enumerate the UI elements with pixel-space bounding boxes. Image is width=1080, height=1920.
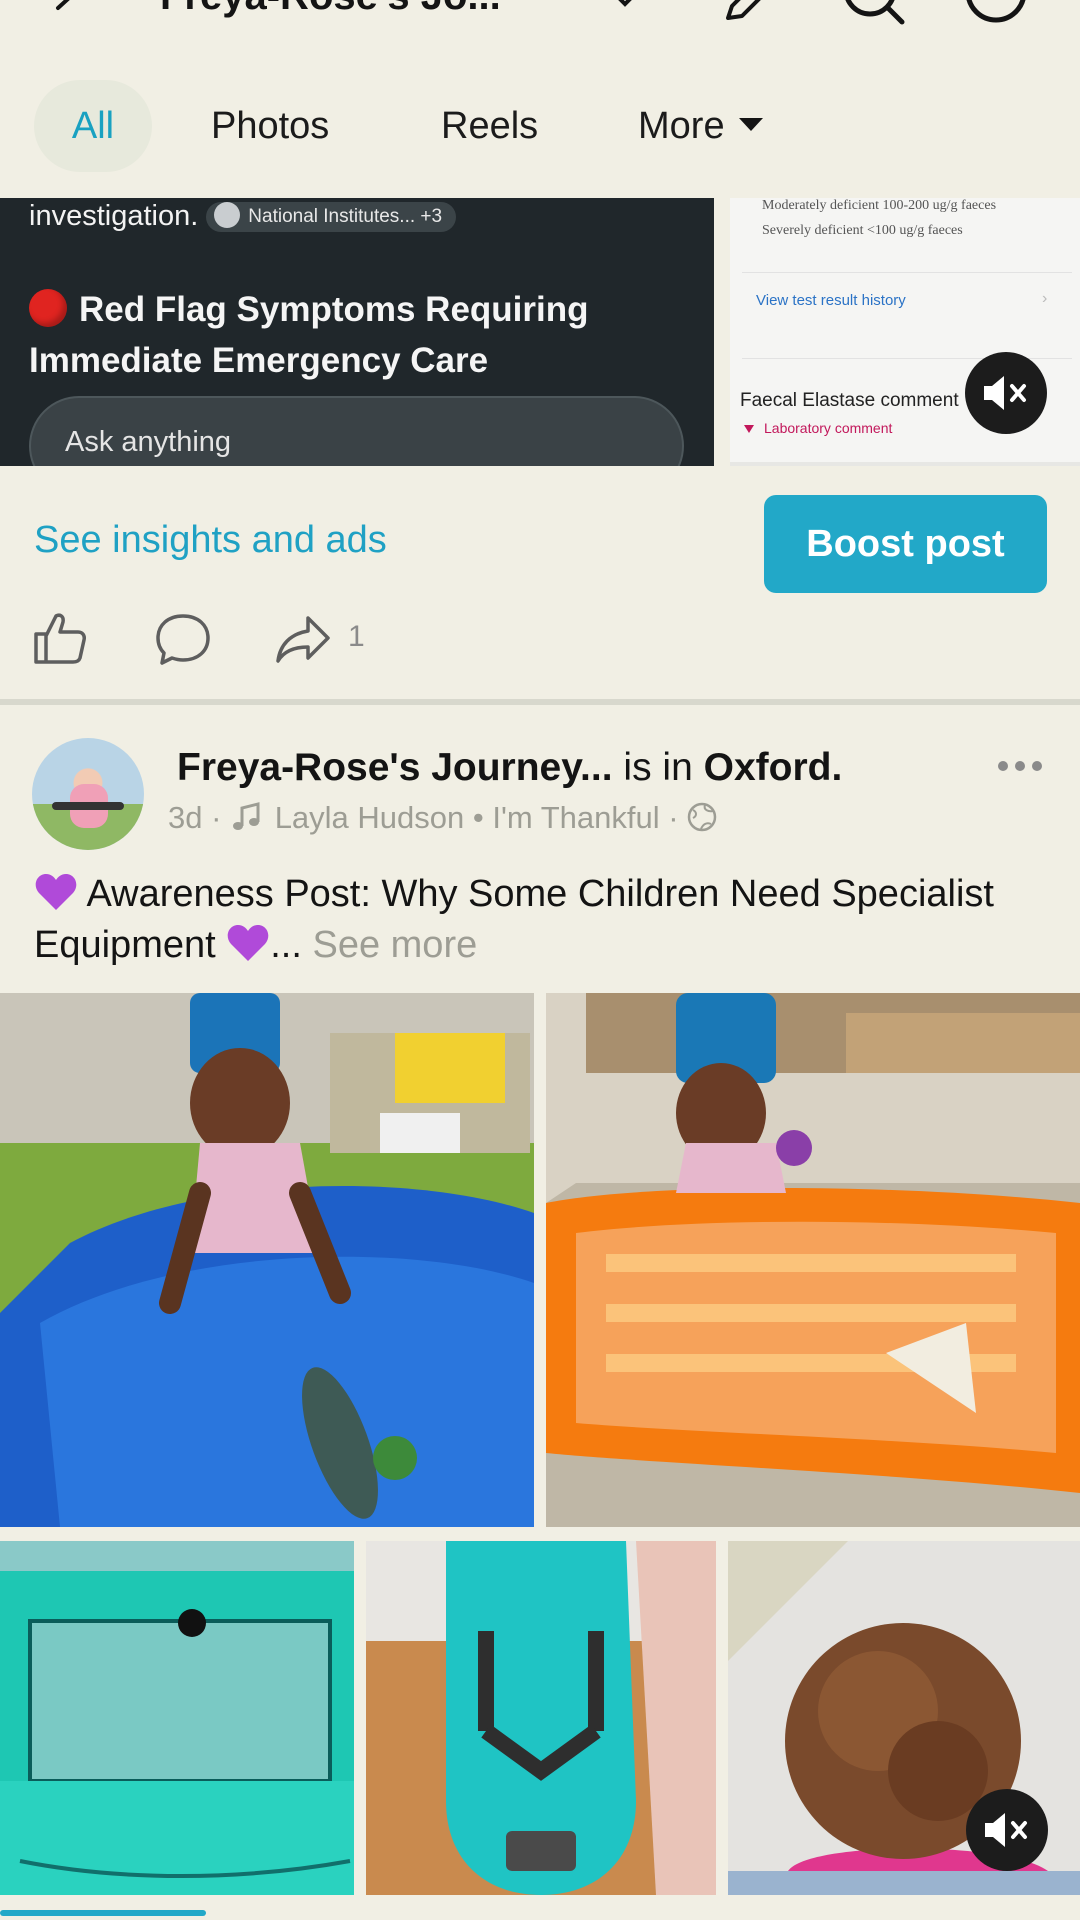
- scroll-progress-indicator: [0, 1910, 206, 1916]
- share-icon[interactable]: [274, 614, 332, 664]
- ask-anything-box: Ask anything: [29, 396, 684, 466]
- comment-icon[interactable]: [154, 612, 212, 666]
- ai-text: investigation.: [29, 200, 199, 232]
- divider: [742, 272, 1072, 273]
- lab-history-link: View test result history: [756, 292, 906, 309]
- photo-child-orange-tray: [546, 993, 1080, 1527]
- post-photo-2[interactable]: [546, 993, 1080, 1527]
- ai-headline-text: Red Flag Symptoms Requiring Immediate Em…: [29, 290, 589, 380]
- separator: ·: [668, 800, 679, 835]
- ai-text-line: investigation. National Institutes... +3: [29, 200, 457, 235]
- share-count: 1: [348, 620, 365, 653]
- see-insights-link[interactable]: See insights and ads: [34, 519, 387, 562]
- tab-reels[interactable]: Reels: [441, 80, 538, 172]
- chevron-right-icon: ›: [1042, 290, 1048, 307]
- post-photo-4[interactable]: [366, 1541, 716, 1895]
- post-location[interactable]: Oxford.: [704, 746, 843, 789]
- post-time[interactable]: 3d: [168, 800, 202, 835]
- post-author[interactable]: Freya-Rose's Journey...: [177, 746, 613, 789]
- post-meta: 3d · Layla Hudson • I'm Thankful ·: [168, 800, 717, 836]
- red-circle-icon: [29, 288, 67, 327]
- edit-icon[interactable]: [722, 0, 766, 24]
- lab-line-1: Moderately deficient 100-200 ug/g faeces: [762, 198, 997, 213]
- divider: [730, 462, 1080, 466]
- caret-down-icon[interactable]: [612, 0, 638, 8]
- post-divider: [0, 699, 1080, 705]
- tab-more-label: More: [638, 105, 725, 147]
- lab-line-2: Severely deficient <100 ug/g faeces: [762, 223, 963, 238]
- reaction-bar: 1: [0, 610, 1080, 670]
- post-author-line: Freya-Rose's Journey... is in Oxford.: [177, 746, 842, 790]
- content-tabs: All Photos Reels More: [0, 80, 1080, 172]
- see-more-link[interactable]: See more: [312, 924, 477, 966]
- post-photo-5[interactable]: [728, 1541, 1080, 1895]
- mute-icon: [984, 376, 1026, 410]
- page-title[interactable]: Freya-Rose's Jo...: [160, 0, 501, 19]
- caret-down-icon: [738, 118, 763, 132]
- post-music[interactable]: Layla Hudson • I'm Thankful: [275, 800, 660, 835]
- tab-more[interactable]: More: [638, 80, 763, 172]
- mute-button[interactable]: [966, 1789, 1048, 1871]
- back-icon[interactable]: [50, 0, 86, 26]
- separator: ·: [211, 800, 222, 835]
- ellipsis: ...: [270, 924, 302, 966]
- mute-button[interactable]: [965, 352, 1047, 434]
- purple-heart-icon: [35, 873, 77, 910]
- lab-comment-sub-text: Laboratory comment: [764, 420, 893, 436]
- tab-photos[interactable]: Photos: [211, 80, 329, 172]
- globe-icon: [687, 802, 717, 832]
- source-chip-label: National Institutes... +3: [248, 206, 443, 227]
- lab-comment-sub: Laboratory comment: [740, 420, 892, 436]
- source-chip: National Institutes... +3: [206, 201, 457, 232]
- post-body: Awareness Post: Why Some Children Need S…: [34, 873, 994, 966]
- tab-all[interactable]: All: [34, 80, 152, 172]
- purple-heart-icon: [227, 924, 269, 961]
- post-photo-3[interactable]: [0, 1541, 354, 1895]
- post-photo-1[interactable]: [0, 993, 534, 1527]
- boost-post-button[interactable]: Boost post: [764, 495, 1047, 593]
- more-dots-icon[interactable]: [997, 758, 1043, 774]
- ai-headline: Red Flag Symptoms Requiring Immediate Em…: [29, 284, 689, 386]
- shared-post-media[interactable]: investigation. National Institutes... +3 …: [0, 198, 1080, 466]
- profile-icon[interactable]: [964, 0, 1028, 26]
- ai-answer-screenshot: investigation. National Institutes... +3 …: [0, 198, 714, 466]
- post-text: Awareness Post: Why Some Children Need S…: [34, 869, 1034, 971]
- triangle-icon: [744, 425, 754, 433]
- nih-logo-icon: [214, 201, 241, 228]
- music-note-icon: [233, 801, 260, 830]
- mute-icon: [985, 1813, 1027, 1847]
- lab-comment-title: Faecal Elastase comment: [740, 390, 959, 411]
- photo-teal-seat: [366, 1541, 716, 1895]
- photo-child-blue-tray: [0, 993, 534, 1527]
- search-icon[interactable]: [842, 0, 906, 26]
- is-in-text: is in: [623, 746, 693, 789]
- top-bar: Freya-Rose's Jo...: [0, 0, 1080, 40]
- photo-teal-bed-tent: [0, 1541, 354, 1895]
- avatar[interactable]: [32, 738, 144, 850]
- like-icon[interactable]: [32, 610, 88, 666]
- ask-placeholder: Ask anything: [65, 426, 232, 458]
